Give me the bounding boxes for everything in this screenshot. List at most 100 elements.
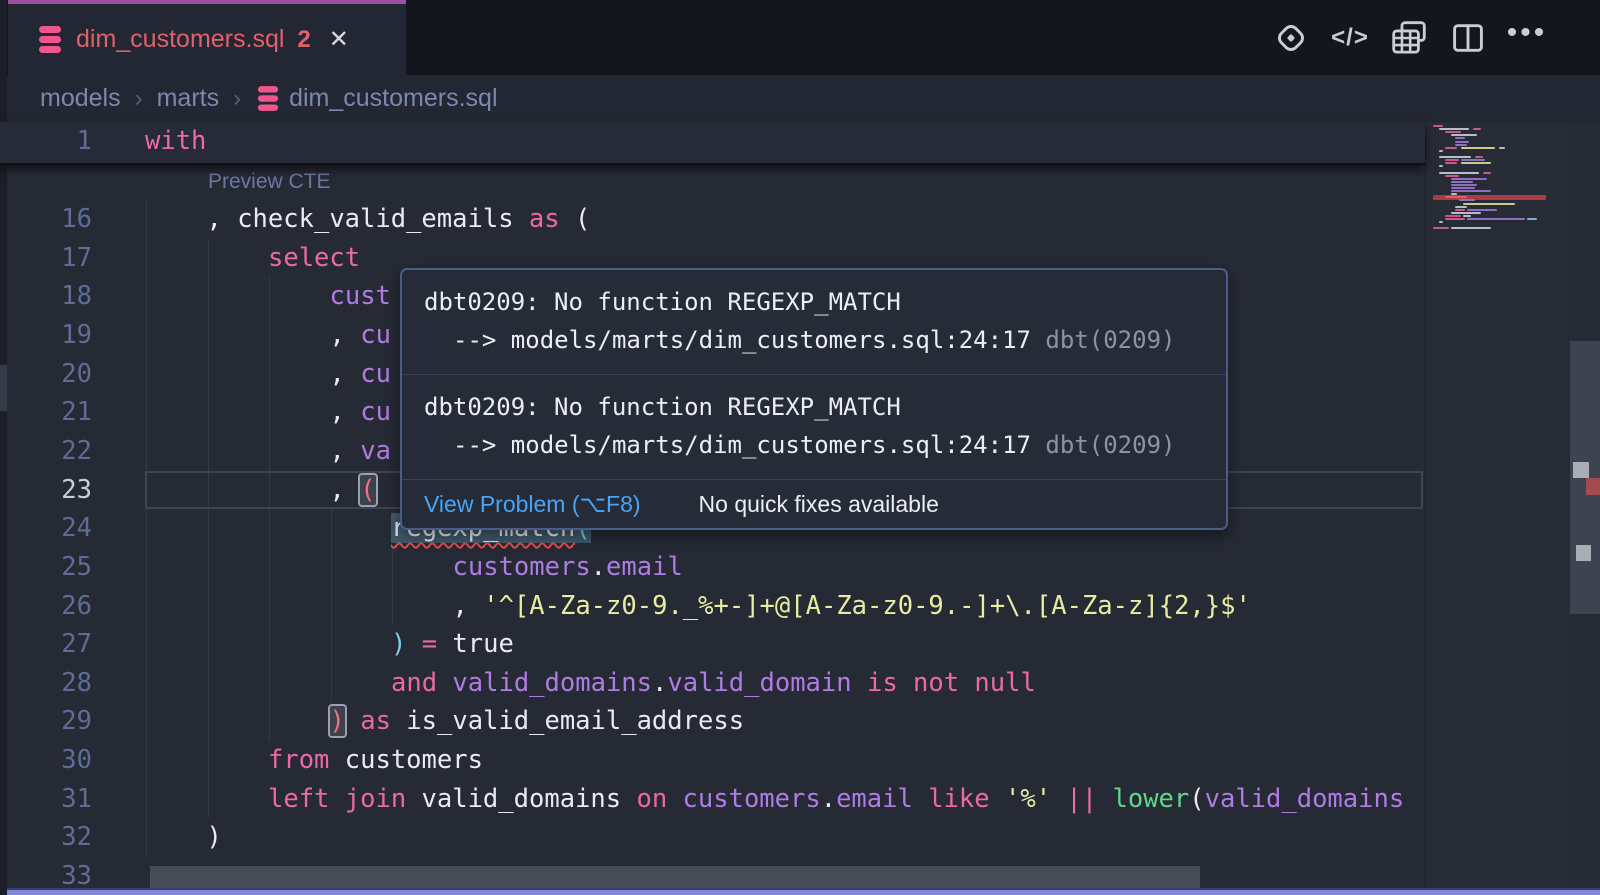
line-number[interactable]: 16 (20, 200, 92, 239)
breadcrumb-models[interactable]: models (40, 84, 121, 113)
vscode-editor-window: dim_customers.sql 2 ✕ </> (0, 0, 1600, 895)
code-icon[interactable]: </> (1329, 17, 1371, 59)
code-token: cu (360, 397, 391, 427)
code-line[interactable]: customers.email (453, 548, 683, 587)
code-token: is_valid_email_address (391, 706, 744, 736)
code-token: email (606, 552, 683, 582)
code-line[interactable]: , '^[A-Za-z0-9._%+-]+@[A-Za-z0-9.-]+\.[A… (453, 587, 1251, 626)
code-line[interactable]: from customers (268, 741, 483, 780)
minimap-line (1451, 212, 1481, 214)
code-token: true (437, 629, 514, 659)
chevron-right-icon: › (135, 85, 143, 113)
indent-guide (208, 355, 209, 394)
indent-guide (269, 509, 270, 548)
split-editor-icon[interactable] (1447, 17, 1489, 59)
minimap-line (1463, 203, 1515, 205)
indent-guide (331, 548, 332, 587)
indent-guide (146, 355, 147, 394)
minimap[interactable] (1425, 122, 1571, 895)
more-actions-icon[interactable]: ••• (1506, 12, 1548, 64)
indent-guide (146, 587, 147, 626)
line-number[interactable]: 30 (20, 741, 92, 780)
minimap-line (1451, 190, 1491, 192)
line-number[interactable]: 24 (20, 509, 92, 548)
line-number[interactable]: 17 (20, 239, 92, 278)
code-line[interactable]: , cu (330, 316, 391, 355)
code-line[interactable]: cust (330, 277, 391, 316)
minimap-line (1451, 227, 1491, 229)
code-token: ( (1189, 784, 1204, 814)
code-line[interactable]: ) (207, 818, 222, 857)
hover-status-bar: View Problem (⌥F8) No quick fixes availa… (402, 480, 1226, 528)
code-line[interactable]: ) = true (391, 625, 514, 664)
minimap-line (1473, 128, 1481, 130)
code-token: '%' (1005, 784, 1051, 814)
problem-code: dbt(0209) (1045, 431, 1175, 459)
code-token (913, 784, 928, 814)
codelens-preview-cte[interactable]: Preview CTE (208, 170, 331, 194)
breadcrumb: models › marts › dim_customers.sql (0, 75, 1600, 122)
sticky-line-number: 1 (20, 122, 92, 161)
dbt-icon[interactable] (1270, 17, 1312, 59)
code-line[interactable]: select (268, 239, 360, 278)
line-number[interactable]: 25 (20, 548, 92, 587)
query-results-icon[interactable] (1388, 17, 1430, 59)
overview-ruler-mark (1573, 462, 1589, 478)
line-number[interactable]: 29 (20, 702, 92, 741)
line-number[interactable]: 31 (20, 780, 92, 819)
code-line[interactable]: , cu (330, 355, 391, 394)
indent-guide (269, 432, 270, 471)
minimap-line (1451, 178, 1487, 180)
breadcrumb-file[interactable]: dim_customers.sql (289, 84, 497, 113)
minimap-line (1445, 218, 1465, 220)
vertical-scrollbar[interactable] (1570, 122, 1600, 895)
database-icon (257, 86, 279, 111)
code-line[interactable]: and valid_domains.valid_domain is not nu… (391, 664, 1036, 703)
line-number[interactable]: 27 (20, 625, 92, 664)
left-edge-scroll-thumb[interactable] (0, 365, 7, 411)
code-token: valid_domains (1205, 784, 1405, 814)
indent-guide (146, 200, 147, 239)
line-number[interactable]: 32 (20, 818, 92, 857)
indent-guide (208, 741, 209, 780)
minimap-line (1467, 218, 1525, 220)
minimap-line (1451, 187, 1475, 189)
line-number[interactable]: 22 (20, 432, 92, 471)
line-number[interactable]: 23 (20, 471, 92, 510)
line-number[interactable]: 28 (20, 664, 92, 703)
sticky-scroll-line[interactable]: 1 with (0, 122, 1425, 165)
code-token: as (360, 706, 391, 736)
line-number[interactable]: 19 (20, 316, 92, 355)
indent-guide (146, 509, 147, 548)
problem-location: --> models/marts/dim_customers.sql:24:17… (424, 321, 1204, 359)
tab-dim-customers[interactable]: dim_customers.sql 2 ✕ (8, 0, 406, 75)
minimap-line (1445, 159, 1459, 161)
code-token: ) (207, 822, 222, 852)
code-token: cust (330, 281, 391, 311)
close-icon[interactable]: ✕ (329, 25, 349, 54)
code-line[interactable]: , check_valid_emails as ( (207, 200, 591, 239)
code-token: . (652, 668, 667, 698)
code-line[interactable]: , cu (330, 393, 391, 432)
indent-guide (208, 587, 209, 626)
code-line[interactable]: , va (330, 432, 391, 471)
code-line[interactable]: , ( (330, 471, 376, 510)
horizontal-scrollbar-thumb[interactable] (150, 866, 1200, 888)
minimap-line (1455, 141, 1469, 143)
overview-ruler-mark (1576, 545, 1591, 561)
code-line[interactable]: ) as is_valid_email_address (330, 702, 745, 741)
line-number[interactable]: 18 (20, 277, 92, 316)
breadcrumb-marts[interactable]: marts (157, 84, 220, 113)
tab-bar: dim_customers.sql 2 ✕ </> (0, 0, 1600, 75)
line-number[interactable]: 26 (20, 587, 92, 626)
code-token: va (360, 436, 391, 466)
code-token: valid_domains (452, 668, 652, 698)
code-line[interactable]: left join valid_domains on customers.ema… (268, 780, 1404, 819)
minimap-line (1455, 209, 1465, 211)
line-number[interactable]: 20 (20, 355, 92, 394)
problem-code: dbt(0209) (1045, 326, 1175, 354)
minimap-line (1451, 181, 1473, 183)
view-problem-link[interactable]: View Problem (⌥F8) (424, 491, 641, 518)
minimap-line (1499, 147, 1505, 149)
line-number[interactable]: 21 (20, 393, 92, 432)
